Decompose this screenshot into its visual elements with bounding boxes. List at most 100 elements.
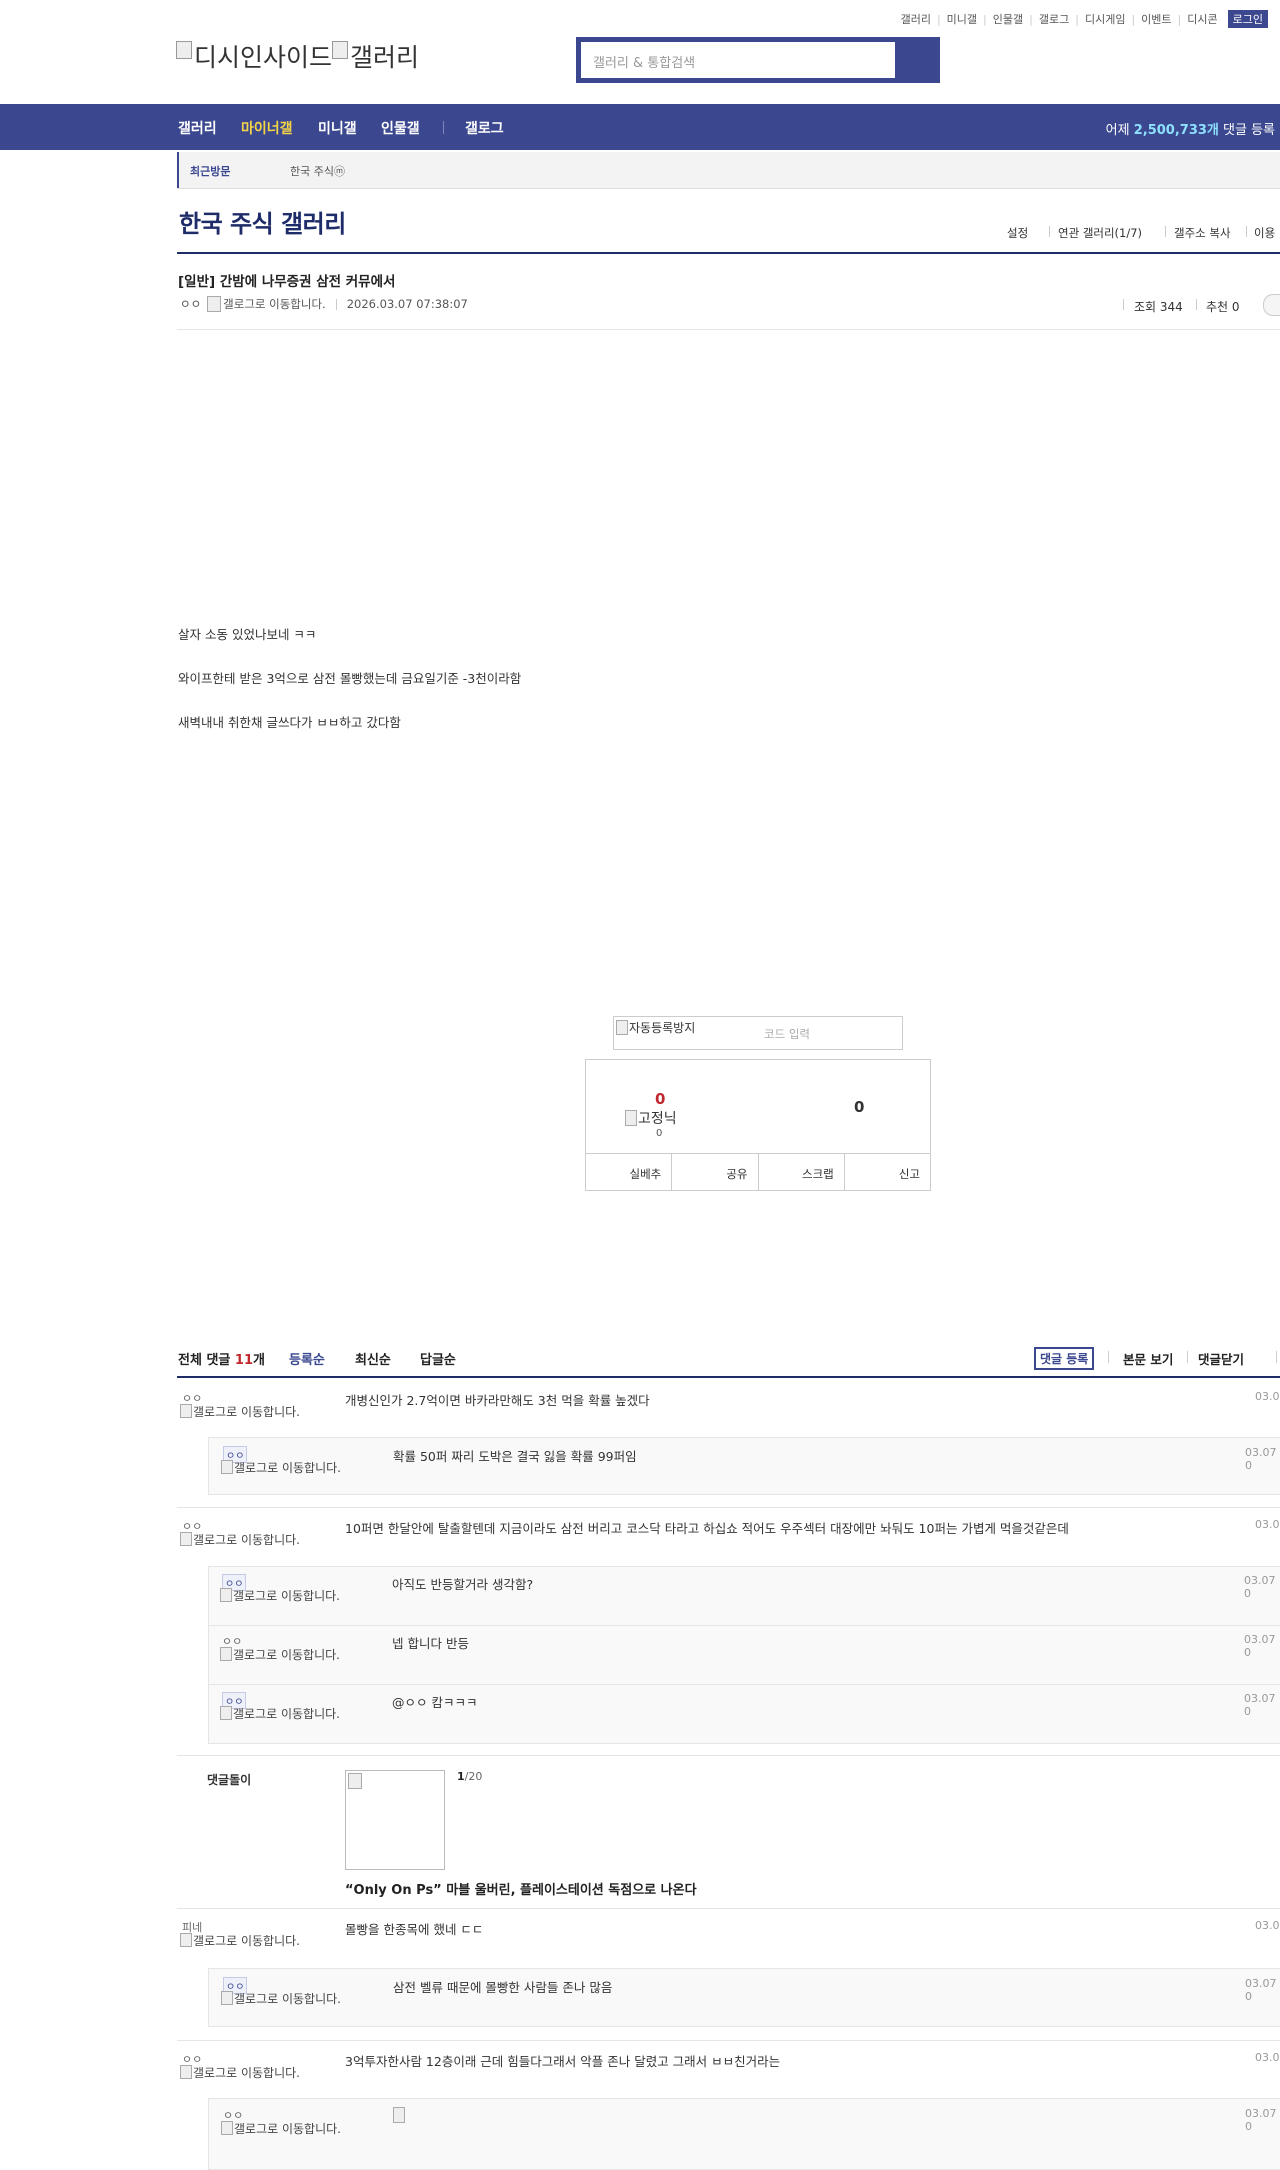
copy-gallery-address[interactable]: 갤주소 복사 (1174, 225, 1231, 241)
divider (1246, 226, 1247, 237)
nav-person-gallery[interactable]: 인물갤 (381, 118, 420, 138)
gallog-alt-text: 갤로그로 이동합니다. (193, 1405, 300, 1419)
sort-latest[interactable]: 최신순 (355, 1349, 391, 1368)
report-button[interactable]: 신고 (845, 1154, 930, 1191)
gallog-alt-text: 갤로그로 이동합니다. (193, 1934, 300, 1948)
search-button[interactable] (895, 37, 940, 83)
comment-divider (177, 1908, 1280, 1909)
nav-minor-gallery[interactable]: 마이너갤 (241, 118, 293, 138)
nav-gallery[interactable]: 갤러리 (178, 118, 217, 138)
post-option-button[interactable] (1263, 294, 1280, 316)
comment-ad-pager[interactable]: 1/20 (457, 1770, 482, 1783)
gallog-link[interactable]: 갤로그로 이동합니다. (220, 1706, 350, 1720)
util-link-minor[interactable]: 미니갤 (947, 11, 977, 27)
comment-ad-title[interactable]: “Only On Ps” 마블 울버린, 플레이스테이션 독점으로 나온다 (345, 1879, 697, 1898)
nav-mini-gallery[interactable]: 미니갤 (318, 118, 357, 138)
post-body-line: 와이프한테 받은 3억으로 삼전 몰빵했는데 금요일기준 -3천이라함 (178, 671, 522, 686)
post-body-line: 새벽내내 취한채 글쓰다가 ㅂㅂ하고 갔다함 (178, 715, 401, 730)
hot-recommend-button[interactable]: 실베추 (586, 1154, 673, 1191)
scrap-button[interactable]: 스크랩 (759, 1154, 845, 1191)
gallog-link[interactable]: 갤로그로 이동합니다. (220, 1647, 350, 1661)
util-link-dccon[interactable]: 디시콘 (1187, 11, 1217, 27)
comment-ad-label: 댓글돌이 (207, 1773, 252, 1787)
reply-date: 03.07 0 (1244, 1692, 1276, 1718)
gallog-alt-text: 갤로그로 이동합니다. (234, 1992, 341, 2006)
captcha-code-input[interactable]: 코드 입력 (764, 1026, 810, 1042)
reply-image (393, 2107, 405, 2126)
divider (1108, 1351, 1109, 1363)
search-input[interactable]: 갤러리 & 통합검색 (581, 42, 895, 78)
post-author[interactable]: ㅇㅇ (180, 296, 201, 312)
reply-date: 03.07 0 (1244, 1633, 1276, 1659)
upvote-count[interactable]: 0 (655, 1090, 665, 1108)
comment-ad-image[interactable] (345, 1770, 445, 1870)
broken-image-icon (616, 1020, 628, 1035)
reply-date: 03.07 0 (1245, 2107, 1277, 2133)
count-prefix: 어제 (1105, 123, 1130, 138)
gallog-icon (220, 1706, 232, 1720)
comment-date: 03.07 (1255, 1919, 1280, 1932)
post-recommend: 추천 0 (1206, 300, 1240, 314)
reply-text: 삼전 벨류 때문에 몰빵한 사람들 존나 많음 (393, 1980, 613, 1995)
gallog-alt-text[interactable]: 갤로그로 이동합니다. (223, 296, 326, 312)
gallog-alt-text: 갤로그로 이동합니다. (234, 1461, 341, 1475)
post-meta: ㅇㅇ 갤로그로 이동합니다. 2026.03.07 07:38:07 (180, 296, 468, 312)
comment-register-button[interactable]: 댓글 등록 (1034, 1347, 1095, 1370)
util-link-person[interactable]: 인물갤 (993, 11, 1023, 27)
reply-row: ㅇㅇ 갤로그로 이동합니다. 확률 50퍼 짜리 도박은 결국 잃을 확률 99… (208, 1437, 1280, 1495)
title-divider (177, 252, 1280, 254)
util-link-gallery[interactable]: 갤러리 (901, 11, 931, 27)
gallog-alt-text: 갤로그로 이동합니다. (193, 1533, 300, 1547)
login-button[interactable]: 로그인 (1227, 10, 1268, 28)
gallog-link[interactable]: 갤로그로 이동합니다. (221, 1991, 351, 2005)
search-icon (895, 37, 940, 83)
divider (1276, 1351, 1277, 1363)
gallog-link[interactable]: 갤로그로 이동합니다. (220, 1588, 350, 1602)
gallog-link[interactable]: 갤로그로 이동합니다. (180, 1532, 310, 1546)
recent-gallery-link[interactable]: 한국 주식ⓜ (290, 163, 345, 179)
gallog-alt-text: 갤로그로 이동합니다. (233, 1589, 340, 1603)
divider (1123, 299, 1124, 310)
reply-text: @ㅇㅇ 캄ㅋㅋㅋ (392, 1692, 478, 1711)
downvote-count[interactable]: 0 (854, 1098, 864, 1116)
comment-date: 03.07 (1255, 1518, 1280, 1531)
reply-date: 03.07 0 (1245, 1446, 1277, 1472)
sort-replies[interactable]: 답글순 (420, 1349, 456, 1368)
recommend-actions: 실베추 공유 스크랩 신고 (586, 1153, 930, 1191)
reply-text: 확률 50퍼 짜리 도박은 결국 잃을 확률 99퍼임 (393, 1449, 637, 1464)
gallog-alt-text: 갤로그로 이동합니다. (233, 1648, 340, 1662)
nav-gallog[interactable]: 갤로그 (465, 118, 504, 138)
comment-total: 전체 댓글 11개 (178, 1349, 265, 1368)
search-bar: 갤러리 & 통합검색 (576, 37, 940, 83)
recent-label[interactable]: 최근방문 (190, 163, 230, 179)
gallog-link[interactable]: 갤로그로 이동합니다. (221, 2121, 351, 2135)
view-body-button[interactable]: 본문 보기 (1123, 1349, 1173, 1368)
gallog-icon (220, 1588, 232, 1602)
captcha-box: 자동등록방지 코드 입력 (613, 1016, 903, 1050)
gallog-link[interactable]: 갤로그로 이동합니다. (180, 1933, 310, 1947)
gallog-alt-text: 갤로그로 이동합니다. (233, 1707, 340, 1721)
fixed-nick-count: 0 (656, 1128, 663, 1139)
close-comments-button[interactable]: 댓글닫기 (1198, 1349, 1244, 1368)
reply-date: 03.07 0 (1244, 1574, 1276, 1600)
gallery-usage[interactable]: 이용 (1254, 225, 1275, 241)
share-button[interactable]: 공유 (672, 1154, 759, 1191)
related-gallery[interactable]: 연관 갤러리(1/7) (1058, 225, 1142, 241)
gallog-link[interactable]: 갤로그로 이동합니다. (180, 2065, 310, 2079)
gallery-title[interactable]: 한국 주식 갤러리 (179, 204, 346, 239)
gallery-settings[interactable]: 설정 (1007, 225, 1028, 241)
util-link-gallog[interactable]: 갤로그 (1039, 11, 1069, 27)
gallog-link[interactable]: 갤로그로 이동합니다. (180, 1404, 310, 1418)
comment-total-count: 11 (234, 1353, 253, 1368)
divider (1187, 1351, 1188, 1363)
divider (335, 298, 337, 310)
site-logo[interactable]: 디시인사이드 갤러리 (176, 38, 419, 74)
util-link-event[interactable]: 이벤트 (1141, 11, 1171, 27)
reply-mention[interactable]: @ㅇㅇ (392, 1695, 428, 1710)
gallog-link[interactable]: 갤로그로 이동합니다. (221, 1460, 351, 1474)
comment-count-banner: 어제 2,500,733개 댓글 등록 (1106, 119, 1275, 138)
sort-registered[interactable]: 등록순 (289, 1349, 325, 1368)
gallog-icon (180, 2065, 192, 2079)
util-link-game[interactable]: 디시게임 (1085, 11, 1125, 27)
comment-date: 03.07 (1255, 1390, 1280, 1403)
